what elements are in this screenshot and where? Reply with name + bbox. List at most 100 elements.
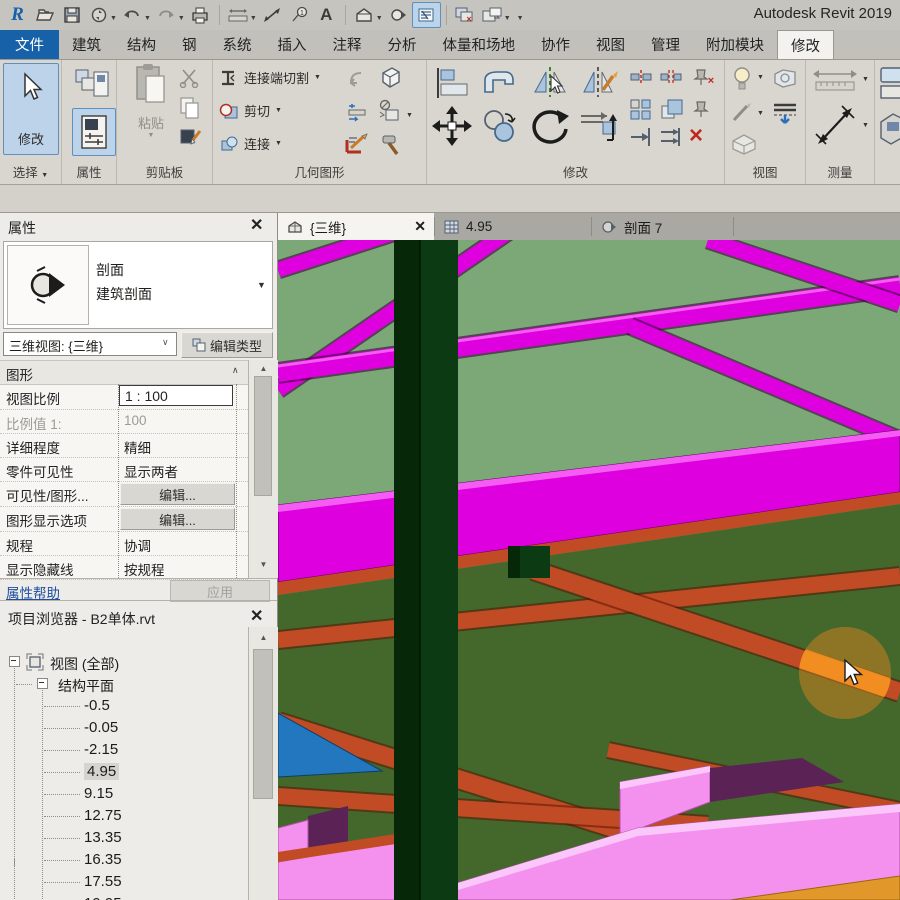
sync-dropdown-caret[interactable]: ▼ [110,15,117,22]
mirror-draw-axis-icon[interactable] [579,64,621,100]
tab-addins[interactable]: 附加模块 [693,30,777,59]
scroll-up-icon[interactable]: ▲ [249,633,278,642]
align-icon[interactable] [432,66,470,100]
delete-geometry-icon[interactable]: ▼ [376,98,413,124]
tab-steel[interactable]: 钢 [169,30,210,59]
tag-by-category-icon[interactable]: 1 [286,3,313,27]
scale-icon[interactable] [659,98,685,120]
properties-palette-icon[interactable] [72,108,116,156]
tab-insert[interactable]: 插入 [265,30,320,59]
split-element-icon[interactable] [629,68,653,86]
linework-dropdown-caret[interactable]: ▼ [757,110,764,117]
column-stub-side[interactable] [508,546,520,578]
properties-scrollbar[interactable]: ▲ ▼ [248,360,278,578]
redo-dropdown-caret[interactable]: ▼ [178,15,185,22]
tab-systems[interactable]: 系统 [210,30,265,59]
cut-icon[interactable] [179,68,201,88]
measure-dropdown-caret[interactable]: ▼ [862,76,869,83]
tree-leaf-level[interactable]: 12.75 [0,805,248,827]
group-header-graphics[interactable]: 图形 ∧ [0,361,248,385]
close-hidden-windows-icon[interactable]: × [452,3,479,27]
trim-extend-multiple-icon[interactable] [659,126,685,148]
column-stub[interactable] [520,546,550,578]
undo-icon[interactable] [119,3,146,27]
tab-architecture[interactable]: 建筑 [59,30,114,59]
tree-leaf-level[interactable]: 16.35 [0,849,248,871]
tab-file[interactable]: 文件 [0,30,59,59]
properties-close-icon[interactable]: ✕ [250,218,263,234]
edit-profile-icon[interactable] [343,132,371,158]
paste-button[interactable]: 粘贴 ▼ [127,62,175,139]
delete-icon[interactable]: × [689,124,703,148]
thin-lines-icon[interactable] [412,2,441,28]
discipline-value[interactable]: 协调 [124,535,151,555]
visibility-graphics-edit-button[interactable]: 编辑... [120,483,235,505]
tree-node-views[interactable]: 视图 (全部) [0,651,248,673]
text-icon[interactable]: A [313,3,340,27]
dimension-dropdown-caret[interactable]: ▼ [862,122,869,129]
properties-help-link[interactable]: 属性帮助 [6,582,60,602]
measure-tool-icon[interactable] [811,68,859,94]
apply-button[interactable]: 应用 [170,580,270,602]
column-side-face[interactable] [394,240,420,900]
tab-annotate[interactable]: 注释 [320,30,375,59]
detail-group-icon[interactable] [879,112,900,146]
mirror-pick-axis-icon[interactable] [529,64,571,100]
scroll-down-icon[interactable]: ▼ [249,560,278,569]
switch-windows-icon[interactable] [479,3,506,27]
tree-node-structural-plans[interactable]: 结构平面 [0,673,248,695]
trim-extend-single-icon[interactable] [629,126,655,148]
tab-view[interactable]: 视图 [583,30,638,59]
wall-corner-icon[interactable] [479,66,519,100]
type-selector[interactable]: 剖面 建筑剖面 ▼ [3,241,273,329]
tab-massing-site[interactable]: 体量和场地 [430,30,529,59]
measure-dropdown-caret[interactable]: ▼ [250,15,257,22]
project-browser-close-icon[interactable]: ✕ [250,609,263,625]
tree-leaf-level[interactable]: -0.5 [0,695,248,717]
join-geometry-button[interactable]: 连接▼ [219,134,282,153]
tab-analyze[interactable]: 分析 [375,30,430,59]
array-icon[interactable] [629,98,653,120]
tree-leaf-level[interactable]: 19.95 [0,893,248,900]
offset-icon[interactable] [345,100,371,124]
open-icon[interactable] [31,3,58,27]
tree-leaf-level-selected[interactable]: 4.95 [0,761,248,783]
customize-qat-caret[interactable]: ▼ [517,15,524,22]
aligned-dimension-tool-icon[interactable] [814,104,856,148]
group-collapse-icon[interactable]: ∧ [232,365,239,376]
tree-leaf-level[interactable]: -2.15 [0,739,248,761]
thin-lines-toggle-icon[interactable] [771,100,799,126]
view-scale-input[interactable]: 1 : 100 [119,385,233,406]
reveal-dropdown-caret[interactable]: ▼ [757,74,764,81]
pin-icon[interactable] [691,98,711,120]
camera-3d-icon[interactable] [771,66,799,90]
switch-windows-dropdown-caret[interactable]: ▼ [504,15,511,22]
cope-button[interactable]: 连接端切割▼ [219,68,321,87]
demolish-hammer-icon[interactable] [379,132,405,158]
aligned-dimension-icon[interactable] [259,3,286,27]
tab-collaborate[interactable]: 协作 [528,30,583,59]
trim-extend-corner-icon[interactable] [577,104,621,146]
reveal-elements-icon[interactable] [731,66,753,92]
view-combo[interactable]: 三维视图: {三维} ∨ [3,332,177,356]
view-tab-section-7[interactable]: 剖面 7 [592,213,733,240]
3d-view-dropdown-caret[interactable]: ▼ [376,15,383,22]
modify-button[interactable]: 修改 [3,63,59,155]
undo-dropdown-caret[interactable]: ▼ [144,15,151,22]
tab-modify[interactable]: 修改 [777,30,834,59]
tab-structure[interactable]: 结构 [114,30,169,59]
detail-level-value[interactable]: 精细 [124,437,151,457]
type-selector-caret[interactable]: ▼ [257,280,266,290]
view-tab-3d[interactable]: {三维} ✕ [278,213,434,240]
edit-type-button[interactable]: 编辑类型 [181,332,273,358]
copy-element-icon[interactable] [479,106,519,144]
match-type-properties-icon[interactable] [179,126,203,150]
hidden-lines-value[interactable]: 按规程 [124,559,165,579]
tree-leaf-level[interactable]: 13.35 [0,827,248,849]
paste-aligned-icon[interactable] [345,68,369,90]
unpin-icon[interactable]: × [689,66,717,88]
redo-icon[interactable] [153,3,180,27]
section-box-icon[interactable] [729,132,759,156]
type-properties-icon[interactable] [74,66,112,104]
wall-sweep-icon[interactable] [378,65,404,91]
